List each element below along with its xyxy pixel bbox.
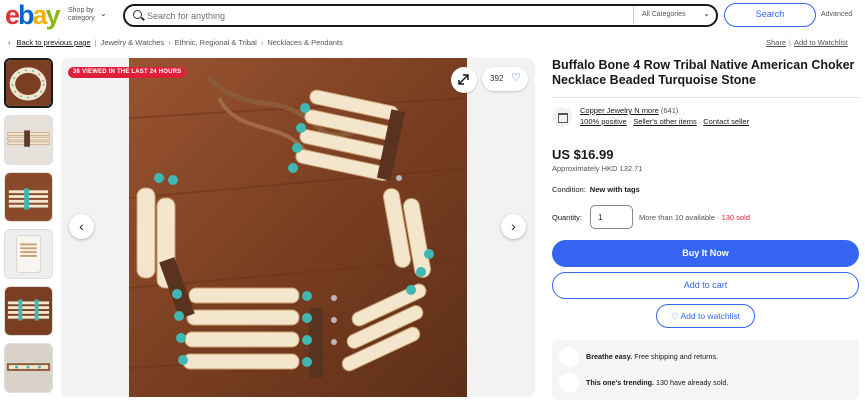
back-to-previous-link[interactable]: Back to previous page (17, 38, 91, 47)
breadcrumb-item[interactable]: Jewelry & Watches (101, 38, 165, 47)
breadcrumb: ‹ Back to previous page | Jewelry & Watches… (8, 38, 347, 47)
thumbnail[interactable] (4, 286, 53, 336)
add-to-watchlist-button[interactable]: ♡ Add to watchlist (656, 304, 755, 328)
listing-title: Buffalo Bone 4 Row Tribal Native America… (552, 58, 855, 87)
add-to-watchlist-label: Add to watchlist (680, 311, 741, 321)
shipping-icon (559, 347, 579, 367)
thumbnail[interactable] (4, 115, 53, 165)
search-bar: All Categories ⌄ (123, 4, 718, 27)
chevron-left-icon: ‹ (8, 38, 11, 47)
approx-price: Approximately HKD 132.71 (552, 164, 643, 173)
heart-icon: ♡ (670, 311, 679, 321)
add-to-cart-button[interactable]: Add to cart (552, 272, 859, 299)
breadcrumb-item[interactable]: Necklaces & Pendants (267, 38, 342, 47)
add-to-watchlist-link[interactable]: Add to Watchlist (794, 38, 848, 47)
promo-bold: This one's trending. (586, 378, 654, 387)
chevron-right-icon: › (511, 218, 516, 234)
viewed-badge: 36 VIEWED IN THE LAST 24 HOURS (68, 67, 187, 78)
price: US $16.99 (552, 147, 614, 162)
available-count: More than 10 available (639, 213, 715, 222)
breadcrumb-separator: › (260, 38, 264, 47)
condition-value: New with tags (589, 185, 640, 194)
buy-it-now-button[interactable]: Buy It Now (552, 240, 859, 267)
search-icon (133, 10, 142, 19)
seller-feedback-count: (641) (660, 106, 679, 115)
site-header: ebay Shop by category ⌄ All Categories ⌄… (0, 0, 865, 32)
seller-name-row: Copper Jewelry N more (641) (580, 106, 678, 115)
category-select-value: All Categories (642, 11, 686, 18)
main-image-viewer[interactable]: 36 VIEWED IN THE LAST 24 HOURS 392 ♡ ‹ › (61, 58, 535, 397)
promo-detail: Free shipping and returns. (632, 352, 719, 361)
thumbnail[interactable] (4, 172, 53, 222)
seller-links: 100% positive · Seller's other items · Conta… (580, 117, 749, 126)
seller-other-items-link[interactable]: Seller's other items (633, 117, 697, 126)
condition-label: Condition: (552, 185, 586, 194)
chevron-down-icon: ⌄ (703, 9, 710, 18)
breadcrumb-item[interactable]: Ethnic, Regional & Tribal (175, 38, 257, 47)
category-select[interactable]: All Categories ⌄ (633, 7, 716, 24)
store-icon (552, 107, 572, 127)
seller-info: Copper Jewelry N more (641) 100% positiv… (552, 104, 860, 128)
divider (552, 97, 860, 98)
chevron-left-icon: ‹ (79, 218, 84, 234)
watch-count: 392 (490, 74, 504, 83)
seller-name-link[interactable]: Copper Jewelry N more (580, 106, 659, 115)
shop-by-category-button[interactable]: Shop by category (68, 7, 95, 23)
promo-item: Breathe easy. Free shipping and returns. (559, 347, 849, 367)
breadcrumb-separator: | (94, 38, 97, 47)
promo-text: Breathe easy. Free shipping and returns. (586, 352, 718, 361)
thumbnail[interactable] (4, 229, 53, 279)
sold-count: 130 sold (721, 213, 750, 222)
availability-separator: · (716, 213, 720, 222)
contact-seller-link[interactable]: Contact seller (703, 117, 749, 126)
previous-image-button[interactable]: ‹ (69, 214, 94, 239)
thumbnail[interactable] (4, 58, 53, 108)
link-separator: · (628, 117, 632, 126)
share-link[interactable]: Share (766, 38, 786, 47)
promo-text: This one's trending. 130 have already so… (586, 378, 728, 387)
watchers-button[interactable]: 392 ♡ (482, 67, 528, 91)
shop-by-label: Shop by (68, 7, 94, 14)
thumbnail[interactable] (4, 343, 53, 393)
seller-positive-link[interactable]: 100% positive (580, 117, 627, 126)
heart-icon: ♡ (511, 72, 521, 84)
chevron-down-icon[interactable]: ⌄ (100, 9, 107, 18)
item-details: Buffalo Bone 4 Row Tribal Native America… (552, 58, 860, 400)
promo-panel: Breathe easy. Free shipping and returns.… (552, 340, 859, 400)
link-separator: | (789, 38, 791, 47)
quantity-label: Quantity: (552, 213, 583, 222)
category-label: category (68, 15, 95, 22)
availability: More than 10 available · 130 sold (639, 213, 750, 222)
search-button[interactable]: Search (724, 3, 816, 27)
product-photo (129, 58, 467, 397)
trending-icon (559, 373, 579, 393)
ebay-logo[interactable]: ebay (5, 2, 61, 29)
promo-item: This one's trending. 130 have already so… (559, 373, 849, 393)
link-separator: · (698, 117, 702, 126)
advanced-search-link[interactable]: Advanced (821, 11, 852, 18)
search-input[interactable] (147, 9, 627, 23)
breadcrumb-separator: › (168, 38, 171, 47)
share-links: Share | Add to Watchlist (766, 38, 848, 47)
promo-bold: Breathe easy. (586, 352, 633, 361)
condition: Condition: New with tags (552, 185, 640, 194)
next-image-button[interactable]: › (501, 214, 526, 239)
promo-detail: 130 have already sold. (654, 378, 729, 387)
thumbnail-strip (4, 58, 56, 400)
expand-icon[interactable] (451, 67, 477, 93)
quantity-input[interactable] (590, 205, 633, 229)
